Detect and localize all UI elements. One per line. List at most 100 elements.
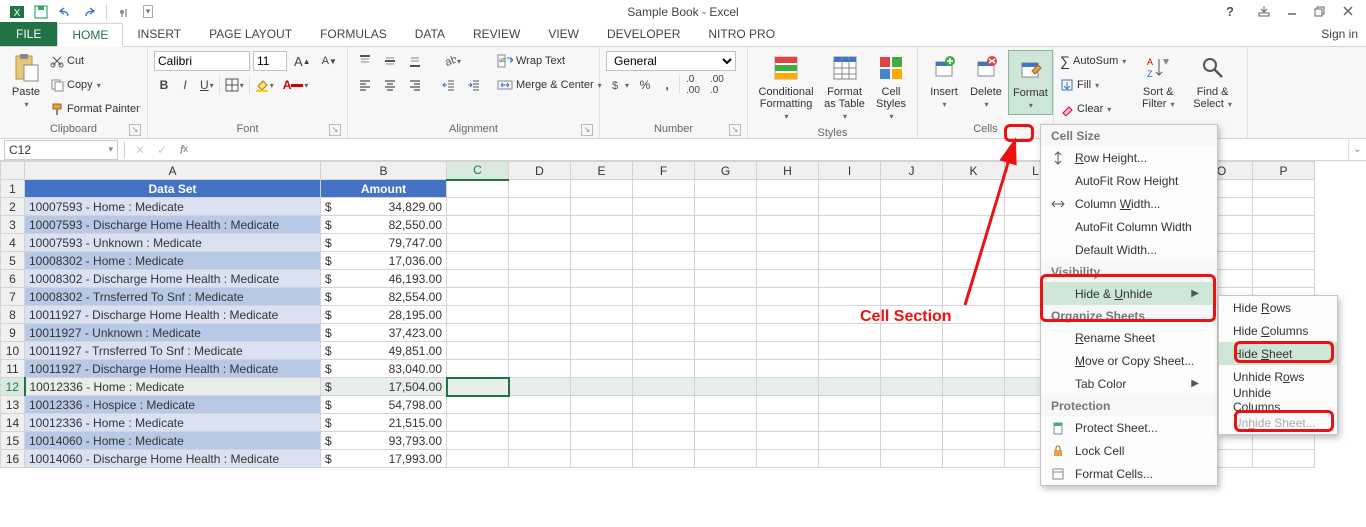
cell[interactable]: 10011927 - Unknown : Medicate <box>25 324 321 342</box>
cell[interactable] <box>819 360 881 378</box>
column-header[interactable]: E <box>571 162 633 180</box>
cell[interactable] <box>757 216 819 234</box>
cell[interactable] <box>509 198 571 216</box>
bold-button[interactable]: B <box>154 75 174 95</box>
format-as-table-button[interactable]: Format as Table ▾ <box>820 50 869 125</box>
row-header[interactable]: 2 <box>1 198 25 216</box>
cell[interactable]: $21,515.00 <box>321 414 447 432</box>
menu-rename-sheet[interactable]: Rename Sheet <box>1041 326 1217 349</box>
cell[interactable] <box>509 414 571 432</box>
cell[interactable] <box>633 324 695 342</box>
cell[interactable] <box>633 270 695 288</box>
row-header[interactable]: 16 <box>1 450 25 468</box>
cell[interactable]: $37,423.00 <box>321 324 447 342</box>
cell[interactable] <box>633 396 695 414</box>
cell[interactable] <box>695 288 757 306</box>
tab-page-layout[interactable]: PAGE LAYOUT <box>195 22 306 46</box>
cell[interactable] <box>695 306 757 324</box>
cell[interactable] <box>819 234 881 252</box>
cell[interactable] <box>881 270 943 288</box>
cell[interactable] <box>571 342 633 360</box>
align-center-button[interactable] <box>379 75 401 95</box>
cell[interactable]: 10011927 - Trnsferred To Snf : Medicate <box>25 342 321 360</box>
cell[interactable] <box>819 216 881 234</box>
cell[interactable]: 10008302 - Trnsferred To Snf : Medicate <box>25 288 321 306</box>
cell[interactable] <box>819 198 881 216</box>
cell[interactable] <box>881 216 943 234</box>
cell[interactable] <box>571 414 633 432</box>
cut-button[interactable]: Cut <box>50 50 140 72</box>
restore-button[interactable] <box>1306 0 1334 22</box>
cell[interactable] <box>757 450 819 468</box>
cell[interactable]: $82,554.00 <box>321 288 447 306</box>
cell[interactable] <box>509 378 571 396</box>
clear-button[interactable]: Clear ▾ <box>1060 98 1126 120</box>
cell[interactable] <box>571 324 633 342</box>
cell[interactable] <box>757 342 819 360</box>
cell[interactable] <box>757 270 819 288</box>
orientation-button[interactable]: ab▾ <box>438 51 465 71</box>
cell[interactable] <box>447 288 509 306</box>
percent-button[interactable]: % <box>635 75 655 95</box>
alignment-launcher[interactable]: ↘ <box>581 124 593 136</box>
cell[interactable] <box>633 360 695 378</box>
cell[interactable]: 10007593 - Discharge Home Health : Medic… <box>25 216 321 234</box>
cell[interactable] <box>881 180 943 198</box>
column-header[interactable]: C <box>447 162 509 180</box>
decrease-indent-button[interactable] <box>438 75 460 95</box>
row-header[interactable]: 1 <box>1 180 25 198</box>
cell[interactable] <box>881 450 943 468</box>
fill-button[interactable]: Fill ▾ <box>1060 74 1126 96</box>
expand-formula-bar[interactable]: ⌄ <box>1348 140 1366 160</box>
cell[interactable] <box>633 342 695 360</box>
cell[interactable] <box>1253 216 1315 234</box>
cell[interactable] <box>819 288 881 306</box>
row-header[interactable]: 15 <box>1 432 25 450</box>
cell[interactable] <box>757 378 819 396</box>
cell[interactable] <box>509 306 571 324</box>
cell[interactable] <box>1253 450 1315 468</box>
cell[interactable]: 10014060 - Home : Medicate <box>25 432 321 450</box>
cell[interactable] <box>943 378 1005 396</box>
cell[interactable] <box>757 288 819 306</box>
cell[interactable] <box>509 324 571 342</box>
cell[interactable] <box>633 180 695 198</box>
column-header[interactable]: F <box>633 162 695 180</box>
font-color-button[interactable]: A▾ <box>279 75 313 95</box>
find-select-button[interactable]: Find & Select ▾ <box>1184 50 1241 113</box>
cell[interactable] <box>943 396 1005 414</box>
cell[interactable] <box>757 306 819 324</box>
cell[interactable] <box>943 432 1005 450</box>
cell[interactable]: $82,550.00 <box>321 216 447 234</box>
align-bottom-button[interactable] <box>404 51 426 71</box>
cell[interactable]: $49,851.00 <box>321 342 447 360</box>
cell[interactable] <box>943 450 1005 468</box>
cell[interactable] <box>695 396 757 414</box>
paste-button[interactable]: Paste▾ <box>6 50 46 113</box>
cell[interactable] <box>819 450 881 468</box>
borders-button[interactable]: ▾ <box>221 75 248 95</box>
align-left-button[interactable] <box>354 75 376 95</box>
clipboard-launcher[interactable]: ↘ <box>129 124 141 136</box>
cell[interactable] <box>881 360 943 378</box>
cell[interactable] <box>881 198 943 216</box>
menu-lock-cell[interactable]: Lock Cell <box>1041 439 1217 462</box>
row-header[interactable]: 9 <box>1 324 25 342</box>
autosum-button[interactable]: ∑ AutoSum ▾ <box>1060 50 1126 72</box>
font-launcher[interactable]: ↘ <box>329 124 341 136</box>
align-right-button[interactable] <box>404 75 426 95</box>
cell[interactable] <box>509 216 571 234</box>
cell[interactable] <box>695 450 757 468</box>
cell[interactable] <box>509 342 571 360</box>
cell[interactable] <box>819 270 881 288</box>
cell[interactable] <box>571 450 633 468</box>
cell[interactable] <box>571 180 633 198</box>
cell[interactable] <box>447 378 509 396</box>
cell[interactable] <box>509 234 571 252</box>
underline-button[interactable]: U▾ <box>196 75 218 95</box>
cell[interactable] <box>943 198 1005 216</box>
cell[interactable] <box>819 306 881 324</box>
sort-filter-button[interactable]: AZSort & Filter ▾ <box>1132 50 1184 113</box>
cell[interactable] <box>695 180 757 198</box>
cell[interactable] <box>571 252 633 270</box>
